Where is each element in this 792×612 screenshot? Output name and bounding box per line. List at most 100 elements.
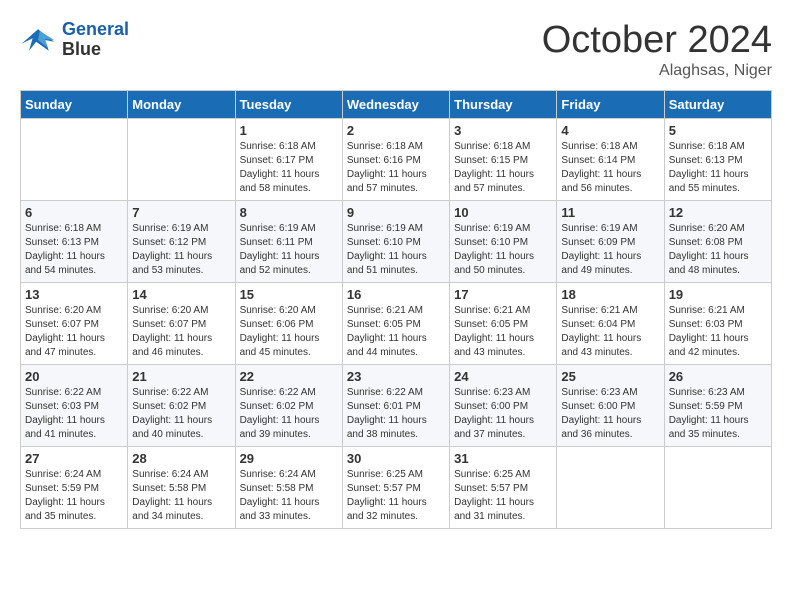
calendar-cell: 11 Sunrise: 6:19 AM Sunset: 6:09 PM Dayl… (557, 200, 664, 282)
sunrise: Sunrise: 6:18 AM (561, 141, 637, 152)
day-info: Sunrise: 6:22 AM Sunset: 6:03 PM Dayligh… (25, 386, 123, 442)
calendar-cell: 1 Sunrise: 6:18 AM Sunset: 6:17 PM Dayli… (235, 118, 342, 200)
daylight: Daylight: 11 hours and 32 minutes. (347, 497, 427, 522)
calendar-cell: 9 Sunrise: 6:19 AM Sunset: 6:10 PM Dayli… (342, 200, 449, 282)
sunset: Sunset: 5:57 PM (347, 483, 421, 494)
sunrise: Sunrise: 6:24 AM (25, 469, 101, 480)
sunrise: Sunrise: 6:19 AM (347, 223, 423, 234)
day-number: 1 (240, 123, 338, 138)
calendar-cell: 28 Sunrise: 6:24 AM Sunset: 5:58 PM Dayl… (128, 446, 235, 528)
sunrise: Sunrise: 6:22 AM (25, 387, 101, 398)
sunrise: Sunrise: 6:22 AM (132, 387, 208, 398)
sunrise: Sunrise: 6:25 AM (347, 469, 423, 480)
sunrise: Sunrise: 6:19 AM (240, 223, 316, 234)
day-info: Sunrise: 6:21 AM Sunset: 6:05 PM Dayligh… (347, 304, 445, 360)
day-info: Sunrise: 6:25 AM Sunset: 5:57 PM Dayligh… (454, 468, 552, 524)
daylight: Daylight: 11 hours and 54 minutes. (25, 251, 105, 276)
daylight: Daylight: 11 hours and 33 minutes. (240, 497, 320, 522)
calendar-cell: 12 Sunrise: 6:20 AM Sunset: 6:08 PM Dayl… (664, 200, 771, 282)
calendar-cell (21, 118, 128, 200)
calendar-cell: 10 Sunrise: 6:19 AM Sunset: 6:10 PM Dayl… (450, 200, 557, 282)
sunrise: Sunrise: 6:18 AM (454, 141, 530, 152)
calendar-cell: 6 Sunrise: 6:18 AM Sunset: 6:13 PM Dayli… (21, 200, 128, 282)
calendar-cell: 27 Sunrise: 6:24 AM Sunset: 5:59 PM Dayl… (21, 446, 128, 528)
sunrise: Sunrise: 6:20 AM (132, 305, 208, 316)
location-subtitle: Alaghsas, Niger (542, 62, 772, 80)
daylight: Daylight: 11 hours and 36 minutes. (561, 415, 641, 440)
header-saturday: Saturday (664, 90, 771, 118)
day-info: Sunrise: 6:22 AM Sunset: 6:01 PM Dayligh… (347, 386, 445, 442)
daylight: Daylight: 11 hours and 44 minutes. (347, 333, 427, 358)
day-info: Sunrise: 6:18 AM Sunset: 6:17 PM Dayligh… (240, 140, 338, 196)
calendar-cell (557, 446, 664, 528)
calendar-cell: 2 Sunrise: 6:18 AM Sunset: 6:16 PM Dayli… (342, 118, 449, 200)
calendar-cell: 17 Sunrise: 6:21 AM Sunset: 6:05 PM Dayl… (450, 282, 557, 364)
calendar-cell: 25 Sunrise: 6:23 AM Sunset: 6:00 PM Dayl… (557, 364, 664, 446)
sunrise: Sunrise: 6:23 AM (669, 387, 745, 398)
calendar-week-4: 27 Sunrise: 6:24 AM Sunset: 5:59 PM Dayl… (21, 446, 772, 528)
calendar-week-2: 13 Sunrise: 6:20 AM Sunset: 6:07 PM Dayl… (21, 282, 772, 364)
sunrise: Sunrise: 6:19 AM (454, 223, 530, 234)
day-number: 29 (240, 451, 338, 466)
sunset: Sunset: 6:07 PM (132, 319, 206, 330)
calendar-cell: 26 Sunrise: 6:23 AM Sunset: 5:59 PM Dayl… (664, 364, 771, 446)
day-info: Sunrise: 6:23 AM Sunset: 6:00 PM Dayligh… (454, 386, 552, 442)
daylight: Daylight: 11 hours and 37 minutes. (454, 415, 534, 440)
day-number: 9 (347, 205, 445, 220)
sunrise: Sunrise: 6:23 AM (561, 387, 637, 398)
sunset: Sunset: 6:06 PM (240, 319, 314, 330)
day-info: Sunrise: 6:20 AM Sunset: 6:07 PM Dayligh… (132, 304, 230, 360)
day-number: 25 (561, 369, 659, 384)
sunset: Sunset: 6:10 PM (454, 237, 528, 248)
day-number: 2 (347, 123, 445, 138)
day-info: Sunrise: 6:19 AM Sunset: 6:12 PM Dayligh… (132, 222, 230, 278)
sunset: Sunset: 6:03 PM (25, 401, 99, 412)
day-info: Sunrise: 6:21 AM Sunset: 6:03 PM Dayligh… (669, 304, 767, 360)
daylight: Daylight: 11 hours and 56 minutes. (561, 169, 641, 194)
month-title: October 2024 (542, 20, 772, 62)
day-info: Sunrise: 6:24 AM Sunset: 5:59 PM Dayligh… (25, 468, 123, 524)
calendar-cell: 20 Sunrise: 6:22 AM Sunset: 6:03 PM Dayl… (21, 364, 128, 446)
day-number: 17 (454, 287, 552, 302)
daylight: Daylight: 11 hours and 51 minutes. (347, 251, 427, 276)
day-info: Sunrise: 6:21 AM Sunset: 6:05 PM Dayligh… (454, 304, 552, 360)
sunrise: Sunrise: 6:22 AM (240, 387, 316, 398)
sunrise: Sunrise: 6:23 AM (454, 387, 530, 398)
day-number: 12 (669, 205, 767, 220)
calendar-cell: 5 Sunrise: 6:18 AM Sunset: 6:13 PM Dayli… (664, 118, 771, 200)
calendar-cell: 24 Sunrise: 6:23 AM Sunset: 6:00 PM Dayl… (450, 364, 557, 446)
sunset: Sunset: 6:00 PM (454, 401, 528, 412)
sunrise: Sunrise: 6:24 AM (132, 469, 208, 480)
daylight: Daylight: 11 hours and 31 minutes. (454, 497, 534, 522)
daylight: Daylight: 11 hours and 40 minutes. (132, 415, 212, 440)
sunset: Sunset: 6:09 PM (561, 237, 635, 248)
calendar-cell (664, 446, 771, 528)
sunrise: Sunrise: 6:20 AM (25, 305, 101, 316)
sunset: Sunset: 6:01 PM (347, 401, 421, 412)
header-row: Sunday Monday Tuesday Wednesday Thursday… (21, 90, 772, 118)
sunset: Sunset: 5:57 PM (454, 483, 528, 494)
calendar-cell: 14 Sunrise: 6:20 AM Sunset: 6:07 PM Dayl… (128, 282, 235, 364)
sunrise: Sunrise: 6:18 AM (347, 141, 423, 152)
day-info: Sunrise: 6:24 AM Sunset: 5:58 PM Dayligh… (240, 468, 338, 524)
day-number: 15 (240, 287, 338, 302)
day-info: Sunrise: 6:23 AM Sunset: 5:59 PM Dayligh… (669, 386, 767, 442)
sunrise: Sunrise: 6:20 AM (669, 223, 745, 234)
header-thursday: Thursday (450, 90, 557, 118)
calendar-week-1: 6 Sunrise: 6:18 AM Sunset: 6:13 PM Dayli… (21, 200, 772, 282)
sunrise: Sunrise: 6:25 AM (454, 469, 530, 480)
calendar-cell: 16 Sunrise: 6:21 AM Sunset: 6:05 PM Dayl… (342, 282, 449, 364)
sunrise: Sunrise: 6:18 AM (240, 141, 316, 152)
sunrise: Sunrise: 6:18 AM (669, 141, 745, 152)
daylight: Daylight: 11 hours and 53 minutes. (132, 251, 212, 276)
calendar-cell: 23 Sunrise: 6:22 AM Sunset: 6:01 PM Dayl… (342, 364, 449, 446)
day-info: Sunrise: 6:18 AM Sunset: 6:15 PM Dayligh… (454, 140, 552, 196)
calendar-cell: 18 Sunrise: 6:21 AM Sunset: 6:04 PM Dayl… (557, 282, 664, 364)
sunset: Sunset: 6:14 PM (561, 155, 635, 166)
calendar-cell: 19 Sunrise: 6:21 AM Sunset: 6:03 PM Dayl… (664, 282, 771, 364)
day-number: 23 (347, 369, 445, 384)
daylight: Daylight: 11 hours and 55 minutes. (669, 169, 749, 194)
day-info: Sunrise: 6:18 AM Sunset: 6:13 PM Dayligh… (669, 140, 767, 196)
daylight: Daylight: 11 hours and 57 minutes. (454, 169, 534, 194)
day-info: Sunrise: 6:19 AM Sunset: 6:10 PM Dayligh… (347, 222, 445, 278)
